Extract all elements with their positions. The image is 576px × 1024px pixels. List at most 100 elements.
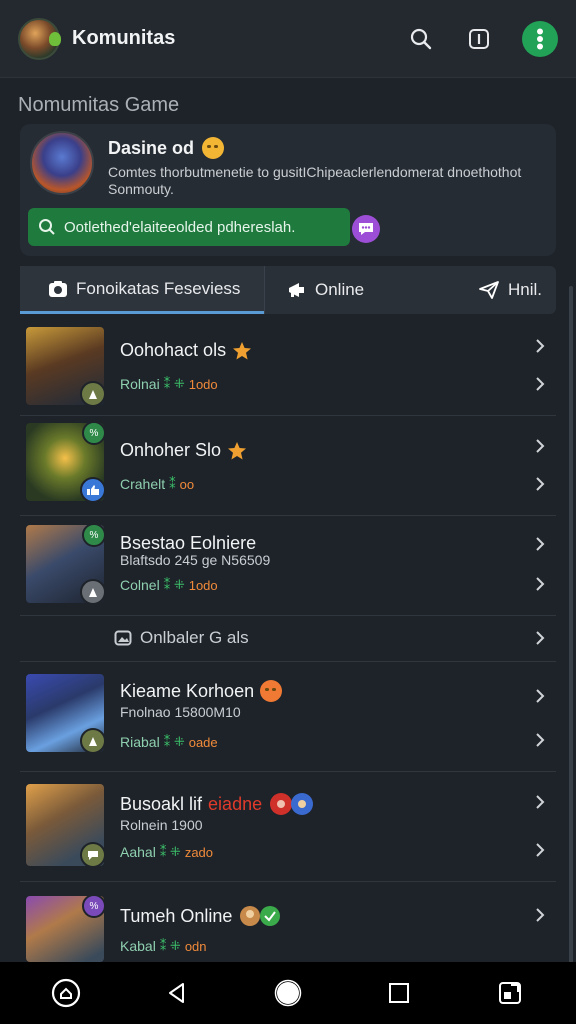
chevron-right-icon[interactable] (532, 376, 548, 392)
item-subtitle: Rolnein 1900 (120, 817, 203, 833)
item-subtitle: Fnolnao 15800M10 (120, 704, 241, 720)
status-dot-icon: ⁑ ⁜ (163, 376, 185, 391)
star-icon (228, 441, 247, 459)
item-title-text: Bsestao Eolniere (120, 533, 257, 553)
item-thumbnail: % (26, 423, 104, 501)
smiley-icon (202, 137, 225, 159)
chevron-right-icon[interactable] (532, 438, 548, 454)
section-title: Nomumitas Game (18, 94, 180, 116)
search-icon (39, 219, 55, 235)
hand-icon (80, 579, 104, 603)
post-action-banner[interactable]: Ootlethed'elaiteeolded pdhereslah. (28, 208, 350, 246)
rank-badge-icon: % (82, 423, 104, 445)
info-icon[interactable] (464, 24, 494, 54)
recents-icon[interactable] (379, 973, 419, 1013)
more-menu-button[interactable] (522, 20, 558, 57)
face-icon (260, 680, 283, 702)
chat-icon (80, 842, 104, 866)
group-label: Onlbaler G als (114, 628, 249, 648)
tab-label: Fonoikatas Feseviess (76, 278, 241, 298)
home-icon[interactable] (46, 973, 86, 1013)
post-banner-text: Ootlethed'elaiteeolded pdhereslah. (64, 218, 296, 236)
tab-send[interactable]: Hnil. (444, 266, 556, 314)
chevron-right-icon[interactable] (532, 576, 548, 592)
item-status: Rolnai ⁑ ⁜ 1odo (120, 376, 218, 392)
item-thumbnail: % (26, 896, 104, 962)
badges-icon (240, 906, 281, 926)
list-item[interactable]: Busoakl lif eiadne Rolnein 1900 Aahal ⁑ … (20, 772, 556, 882)
status-dot-icon: ⁑ (169, 476, 176, 491)
apps-icon[interactable] (490, 973, 530, 1013)
home-circle-icon[interactable] (268, 973, 308, 1013)
item-title-text: Busoakl lif (120, 793, 203, 814)
list-item[interactable]: Kieame Korhoen Fnolnao 15800M10 Riabal ⁑… (20, 662, 556, 772)
rank-badge-icon: % (82, 525, 104, 547)
tab-favorites[interactable]: Fonoikatas Feseviess (20, 266, 264, 314)
hand-icon (80, 728, 104, 752)
group-header-row[interactable]: Onlbaler G als (20, 616, 556, 662)
list-item[interactable]: % Tumeh Online Kabal ⁑ ⁜ odn (20, 882, 556, 962)
chevron-right-icon[interactable] (532, 536, 548, 552)
item-title: Onhoher Slo (120, 440, 247, 461)
tab-online[interactable]: Online (264, 266, 444, 314)
post-author: Dasine od (108, 137, 225, 159)
status-label: Rolnai (120, 376, 160, 392)
post-text: Comtes thorbutmenetie to gusitIChipeacle… (108, 164, 522, 197)
status-dot-icon: ⁑ ⁜ (159, 844, 181, 859)
badges-icon (270, 793, 314, 815)
item-title: Oohohact ols (120, 340, 252, 361)
chevron-right-icon[interactable] (532, 338, 548, 354)
list-item[interactable]: Oohohact ols Rolnai ⁑ ⁜ 1odo (20, 316, 556, 416)
tab-label: Hnil. (507, 280, 542, 299)
item-title-text: Oohohact ols (120, 340, 227, 360)
post-author-name: Dasine od (108, 137, 195, 158)
item-title: Kieame Korhoen (120, 680, 283, 702)
item-status: Kabal ⁑ ⁜ odn (120, 938, 207, 954)
chevron-right-icon[interactable] (532, 794, 548, 810)
featured-post-card[interactable]: Dasine od Comtes thorbutmenetie to gusit… (20, 124, 556, 256)
scrollbar[interactable] (569, 286, 573, 966)
list-item[interactable]: % Onhoher Slo Crahelt ⁑ oo (20, 416, 556, 516)
chevron-right-icon[interactable] (532, 476, 548, 492)
status-time: zado (184, 844, 214, 860)
item-thumbnail: % (26, 525, 104, 603)
more-vertical-icon (537, 28, 543, 49)
status-label: Kabal (120, 938, 156, 954)
chevron-right-icon[interactable] (532, 842, 548, 858)
search-icon[interactable] (406, 24, 436, 54)
item-status: Crahelt ⁑ oo (120, 476, 194, 492)
chevron-right-icon[interactable] (532, 907, 548, 923)
system-nav-bar (0, 962, 576, 1024)
chevron-right-icon[interactable] (532, 732, 548, 748)
item-title: Tumeh Online (120, 904, 282, 928)
item-status: Aahal ⁑ ⁜ zado (120, 844, 213, 860)
item-subtitle: Blaftsdo 245 ge N56509 (120, 552, 271, 568)
post-author-avatar[interactable] (30, 131, 94, 195)
status-time: 1odo (188, 577, 218, 593)
group-label-text: Onlbaler G als (140, 628, 249, 647)
item-thumbnail (26, 674, 104, 752)
status-label: Crahelt (120, 476, 166, 492)
status-dot-icon: ⁑ ⁜ (163, 577, 185, 592)
item-title-text: Onhoher Slo (120, 440, 222, 460)
megaphone-icon (289, 283, 304, 297)
community-avatar[interactable] (18, 17, 61, 60)
hand-icon (80, 381, 104, 405)
send-icon (479, 281, 499, 299)
app-title: Komunitas (72, 27, 176, 49)
status-label: Colnel (120, 577, 160, 593)
image-icon (114, 630, 132, 646)
status-time: oo (179, 476, 195, 492)
status-label: Aahal (120, 844, 156, 860)
status-label: Riabal (120, 734, 160, 750)
chevron-right-icon[interactable] (532, 630, 548, 646)
app-bar: Komunitas (0, 0, 576, 78)
chevron-right-icon[interactable] (532, 688, 548, 704)
status-time: oade (188, 734, 218, 750)
rank-badge-icon: % (82, 896, 104, 918)
star-icon (233, 341, 252, 359)
chat-bubble-icon[interactable] (352, 215, 380, 243)
back-icon[interactable] (157, 973, 197, 1013)
list-item[interactable]: % Bsestao Eolniere Blaftsdo 245 ge N5650… (20, 516, 556, 616)
item-title: Bsestao Eolniere (120, 533, 256, 554)
